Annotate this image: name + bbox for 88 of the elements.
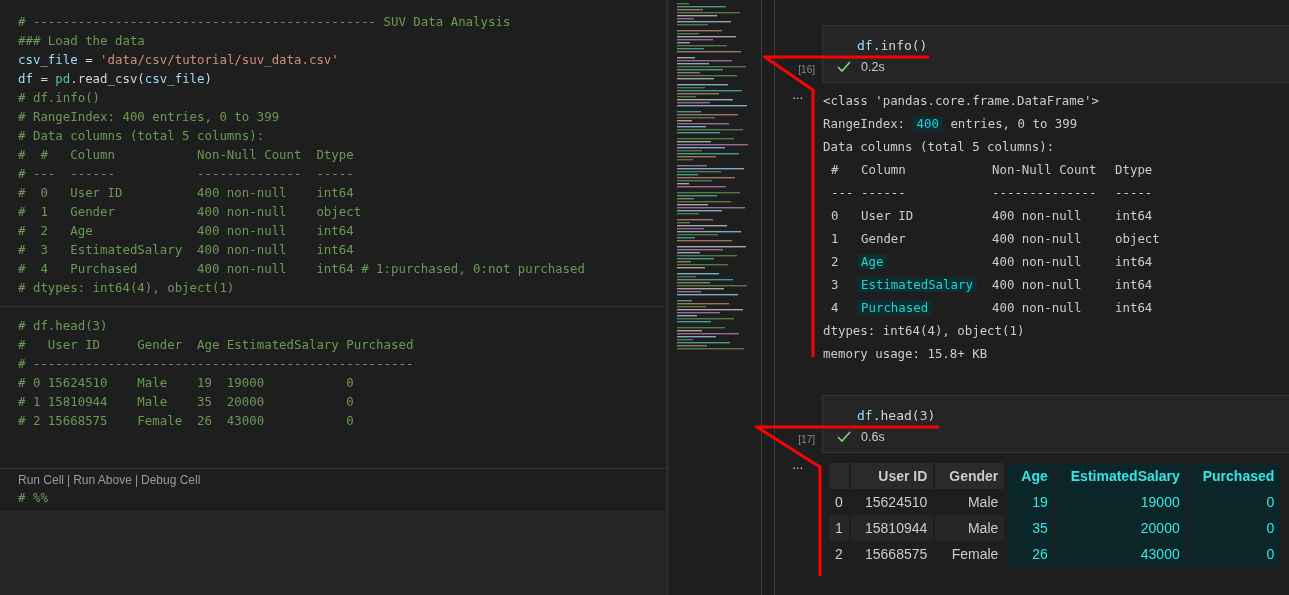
table-cell: 19000 (1055, 489, 1188, 515)
code-line: # Data columns (total 5 columns): (18, 127, 266, 145)
output-text: int64 (1115, 253, 1154, 271)
output-text: int64 (1115, 276, 1154, 294)
output-text: object (1115, 230, 1160, 248)
table-cell: 15810944 (850, 515, 935, 541)
output-text: Non-Null Count (992, 161, 1098, 179)
code-line: # 3 EstimatedSalary 400 non-null int64 (18, 241, 355, 259)
execution-count: [16] (797, 64, 815, 75)
output-text: 400 non-null (992, 207, 1083, 225)
table-cell: 19 (1005, 489, 1056, 515)
output-text: # (830, 161, 840, 179)
output-text: Column (861, 161, 907, 179)
output-text: User ID (861, 207, 915, 225)
codelens-link[interactable]: Run Cell (18, 473, 65, 487)
code-line: # 0 User ID 400 non-null int64 (18, 184, 355, 202)
output-text: Gender (861, 230, 907, 248)
code-line: csv_file = 'data/csv/tutorial/suv_data.csv' (18, 51, 340, 69)
execution-count: [17] (797, 434, 815, 445)
output-text: 400 non-null (992, 230, 1083, 248)
output-text: Dtype (1115, 161, 1154, 179)
output-text: -------------- (992, 184, 1098, 202)
table-cell: Male (934, 515, 1006, 541)
code-line: ### Load the data (18, 32, 146, 50)
output-text: 400 non-null (992, 276, 1083, 294)
code-line: df = pd.read_csv(csv_file) (18, 70, 213, 88)
output-text: 4 (830, 299, 840, 317)
output-text: ----- (1115, 184, 1154, 202)
output-text: RangeIndex: (823, 116, 907, 131)
output-line: memory usage: 15.8+ KB (823, 345, 989, 363)
code-line: df.info() (857, 37, 929, 55)
output-line: dtypes: int64(4), object(1) (823, 322, 1026, 340)
output-text: entries, 0 to 399 (949, 116, 1078, 131)
table-cell: 35 (1005, 515, 1056, 541)
separator: | (67, 473, 71, 487)
execution-time: 0.6s (861, 430, 885, 444)
output-menu-button[interactable]: ... (775, 83, 803, 365)
code-line: # df.info() (18, 89, 102, 107)
codelens-link[interactable]: Run Above (73, 473, 132, 487)
code-line: # 1 Gender 400 non-null object (18, 203, 363, 221)
code-line: # dtypes: int64(4), object(1) (18, 279, 236, 297)
code-line: # 1 15810944 Male 35 20000 0 (18, 393, 355, 411)
code-line: # # Column Non-Null Count Dtype (18, 146, 355, 164)
column-header: Age (1005, 463, 1056, 489)
code-line: # %% (18, 489, 49, 507)
code-line: # df.head(3) (18, 317, 109, 335)
row-index: 1 (828, 515, 850, 541)
row-index: 2 (828, 541, 850, 567)
code-line: # RangeIndex: 400 entries, 0 to 399 (18, 108, 281, 126)
output-menu-button[interactable]: ... (775, 453, 803, 567)
output-text: int64 (1115, 299, 1154, 317)
code-line: # 2 Age 400 non-null int64 (18, 222, 355, 240)
code-line: # --- ------ -------------- ----- (18, 165, 355, 183)
output-text: --- (830, 184, 855, 202)
output-text: <class 'pandas.core.frame.DataFrame'> (823, 93, 1099, 108)
output-text: int64 (1115, 207, 1154, 225)
table-cell: 26 (1005, 541, 1056, 567)
code-line: # ---------------------------------------------- SUV Data Analysis (18, 13, 512, 31)
table-cell: 20000 (1055, 515, 1188, 541)
output-text: 3 (830, 276, 840, 294)
separator: | (134, 473, 138, 487)
code-line: # 2 15668575 Female 26 43000 0 (18, 412, 355, 430)
checkmark-icon (837, 431, 851, 443)
code-line: # 0 15624510 Male 19 19000 0 (18, 374, 355, 392)
output-text: 400 (912, 116, 943, 131)
table-cell: 0 (1187, 541, 1281, 567)
output-text: ------ (861, 184, 907, 202)
column-header: Gender (934, 463, 1006, 489)
column-header: User ID (850, 463, 935, 489)
output-text: 400 non-null (992, 253, 1083, 271)
checkmark-icon (837, 61, 851, 73)
output-text: Data columns (total 5 columns): (823, 139, 1055, 154)
codelens-link[interactable]: Debug Cell (141, 473, 201, 487)
code-line: # 4 Purchased 400 non-null int64 # 1:purchased, 0:not purchased (18, 260, 586, 278)
code-line: # --------------------------------------------------- (18, 355, 415, 373)
column-header: EstimatedSalary (1055, 463, 1188, 489)
table-cell: 0 (1187, 515, 1281, 541)
table-cell: 43000 (1055, 541, 1188, 567)
output-text: 0 (830, 207, 840, 225)
output-text: 2 (830, 253, 840, 271)
code-line: df.head(3) (857, 407, 937, 425)
output-text: 1 (830, 230, 840, 248)
table-cell: 15668575 (850, 541, 935, 567)
execution-time: 0.2s (861, 60, 885, 74)
column-header: Purchased (1187, 463, 1281, 489)
code-line: # User ID Gender Age EstimatedSalary Purchased (18, 336, 415, 354)
table-cell: 0 (1187, 489, 1281, 515)
output-text: 400 non-null (992, 299, 1083, 317)
